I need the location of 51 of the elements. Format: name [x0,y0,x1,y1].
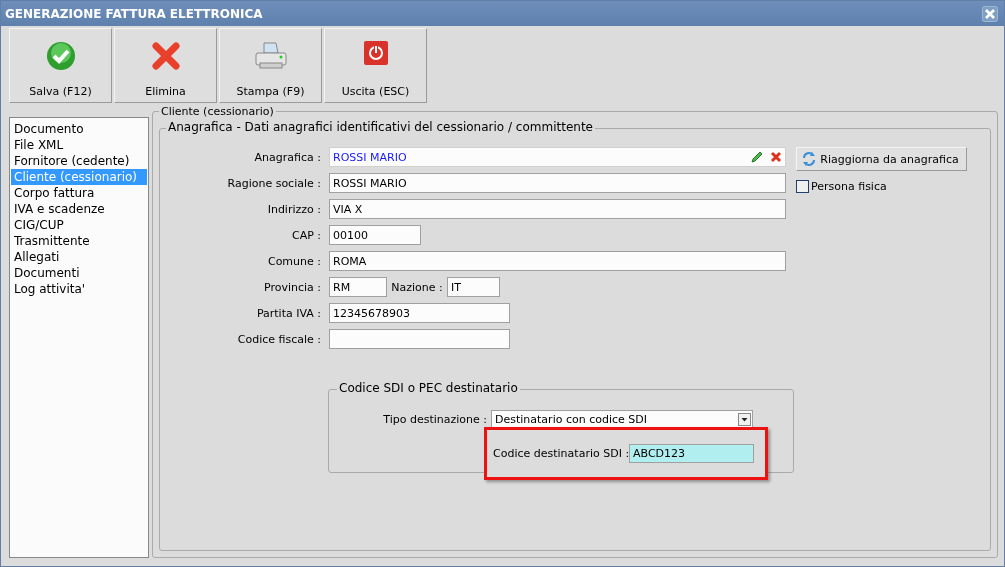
input-field[interactable]: RM [329,277,387,297]
field-label: Indirizzo : [266,202,321,216]
toolbar-button[interactable]: Uscita (ESC) [324,28,427,103]
close-icon[interactable] [982,5,998,22]
group-title: Anagrafica - Dati anagrafici identificativi del cessionario / committente [166,120,595,134]
sidebar-item[interactable]: IVA e scadenze [11,201,147,217]
caret-icon [738,413,751,426]
window-title: GENERAZIONE FATTURA ELETTRONICA [5,6,263,21]
input-field[interactable]: 12345678903 [329,303,510,323]
field-label: Provincia : [262,280,321,294]
sidebar-item[interactable]: Log attivita' [11,281,147,297]
input-field[interactable]: ABCD123 [629,444,754,463]
field-label: Nazione : [390,280,444,294]
field-label: Tipo destinazione : [382,413,487,426]
field-label: CAP : [290,228,321,242]
sidebar-item[interactable]: Documenti [11,265,147,281]
lookup-field[interactable]: ROSSI MARIO [329,147,786,167]
checkbox-label: Persona fisica [811,180,887,193]
sidebar-item[interactable]: Documento [11,121,147,137]
field-label: Codice destinatario SDI : [493,447,629,460]
checkbox[interactable] [796,180,809,193]
refresh-button[interactable]: Riaggiorna da anagrafica [796,147,967,171]
field-label: Ragione sociale : [226,176,321,190]
sidebar-item[interactable]: File XML [11,137,147,153]
input-field[interactable]: VIA X [329,199,786,219]
input-field[interactable]: ROSSI MARIO [329,173,786,193]
pencil-icon[interactable] [750,150,764,164]
field-label: Anagrafica : [253,150,321,164]
input-field[interactable]: 00100 [329,225,421,245]
input-field[interactable] [329,329,510,349]
field-label: Codice fiscale : [236,332,321,346]
group-title: Codice SDI o PEC destinatario [337,381,520,395]
toolbar-button[interactable]: Salva (F12) [9,28,112,103]
field-label: Partita IVA : [255,306,321,320]
field-label: Comune : [266,254,321,268]
check-icon [45,41,76,71]
refresh-icon [801,151,817,167]
toolbar-button[interactable]: Elimina [114,28,217,103]
sidebar-item[interactable]: CIG/CUP [11,217,147,233]
printer-icon [253,41,288,71]
cross-icon [150,41,181,71]
section-title: Cliente (cessionario) [159,105,276,118]
power-icon [363,41,388,65]
delete-icon[interactable] [770,151,782,163]
input-field[interactable]: ROMA [329,251,786,271]
input-field[interactable]: IT [447,277,500,297]
sidebar-item[interactable]: Trasmittente [11,233,147,249]
toolbar-button[interactable]: Stampa (F9) [219,28,322,103]
sidebar-item[interactable]: Allegati [11,249,147,265]
sidebar-item[interactable]: Fornitore (cedente) [11,153,147,169]
sidebar-item[interactable]: Corpo fattura [11,185,147,201]
